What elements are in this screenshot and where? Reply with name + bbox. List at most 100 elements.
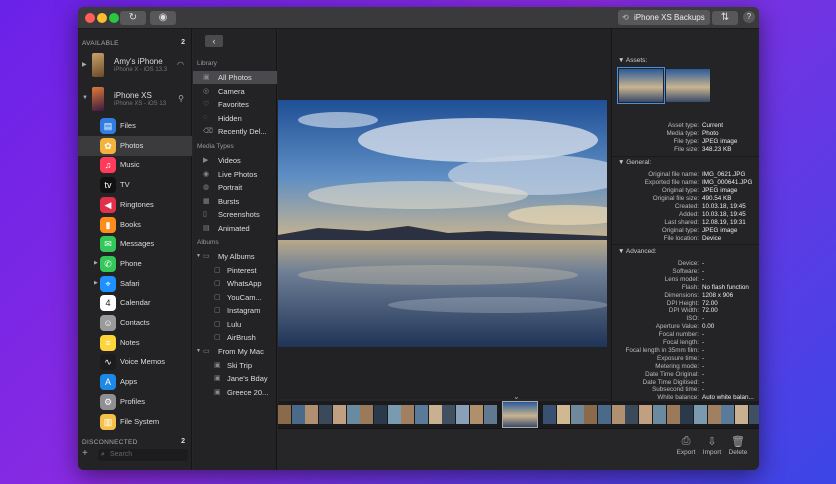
expand-icon[interactable]: ▶	[82, 61, 87, 68]
help-button[interactable]: ?	[743, 11, 755, 23]
photo-thumbnail[interactable]	[556, 405, 570, 424]
library-item[interactable]: ▢ Pinterest	[193, 264, 277, 277]
photo-thumbnail[interactable]	[387, 405, 401, 424]
library-item[interactable]: ▦ Bursts	[193, 195, 277, 208]
category-profiles[interactable]: ⚙ Profiles	[78, 392, 192, 412]
collapse-icon[interactable]: ▼	[82, 95, 88, 101]
back-button[interactable]: ‹	[205, 35, 223, 47]
refresh-button[interactable]: ↻	[120, 11, 146, 25]
preview-button[interactable]: ◉	[150, 11, 176, 25]
expand-icon[interactable]: ▶	[94, 280, 98, 286]
photo-thumbnail[interactable]	[373, 405, 387, 424]
zoom-window-button[interactable]	[109, 13, 119, 23]
photo-thumbnail[interactable]	[469, 405, 483, 424]
export-button[interactable]: ⎙ Export	[673, 435, 699, 456]
category-ringtones[interactable]: ◀ Ringtones	[78, 195, 192, 215]
library-item[interactable]: ▢ AirBrush	[193, 331, 277, 344]
category-files[interactable]: ▤ Files	[78, 116, 192, 136]
library-item[interactable]: ▢ Instagram	[193, 304, 277, 317]
photo-thumbnail[interactable]	[693, 405, 707, 424]
photo-thumbnail[interactable]	[278, 405, 291, 424]
search-input[interactable]: ⌕ Search	[98, 449, 188, 461]
library-item[interactable]: ▢ YouCam...	[193, 291, 277, 304]
asset-original-thumbnail[interactable]	[666, 69, 710, 102]
expand-icon[interactable]: ▶	[94, 260, 98, 266]
photo-thumbnail[interactable]	[483, 405, 497, 424]
category-file-system[interactable]: ▥ File System	[78, 412, 192, 432]
library-item[interactable]: ▶ Videos	[193, 154, 277, 167]
category-calendar[interactable]: 4 Calendar	[78, 293, 192, 313]
collapse-icon[interactable]: ▼	[196, 253, 201, 259]
info-section-heading[interactable]: ▼ Assets:	[618, 57, 647, 64]
category-safari[interactable]: ▶ ⌖ Safari	[78, 274, 192, 294]
category-apps[interactable]: A Apps	[78, 372, 192, 392]
library-item[interactable]: ◍ Portrait	[193, 181, 277, 194]
info-section-heading[interactable]: ▼ Advanced:	[618, 248, 657, 255]
photo-thumbnail[interactable]	[401, 405, 415, 424]
photo-thumbnail[interactable]	[332, 405, 346, 424]
library-item[interactable]: ▯ Screenshots	[193, 208, 277, 221]
minimize-window-button[interactable]	[97, 13, 107, 23]
library-item[interactable]: ▢ WhatsApp	[193, 277, 277, 290]
photo-thumbnail[interactable]	[611, 405, 625, 424]
library-item[interactable]: ▣ Jane's Bday	[193, 372, 277, 385]
category-photos[interactable]: ✿ Photos	[78, 135, 192, 156]
photo-thumbnail[interactable]	[652, 405, 666, 424]
device-backups-button[interactable]: ⟲ iPhone XS Backups	[618, 10, 710, 25]
device-iphone-xs[interactable]: ▼ iPhone XS iPhone XS - iOS 13 ⚲	[78, 85, 192, 115]
photo-thumbnail[interactable]	[415, 405, 428, 424]
photo-thumbnail[interactable]	[666, 405, 680, 424]
photo-thumbnail[interactable]	[735, 405, 748, 424]
asset-current-thumbnail[interactable]	[617, 67, 665, 104]
photo-thumbnail[interactable]	[570, 405, 584, 424]
library-item[interactable]: ♡ Favorites	[193, 98, 277, 111]
library-item[interactable]: ◎ Camera	[193, 85, 277, 98]
library-item[interactable]: ⌫ Recently Del...	[193, 125, 277, 138]
add-icon[interactable]: +	[82, 448, 88, 459]
photo-thumbnail[interactable]	[346, 405, 360, 424]
transfer-button[interactable]: ⇅	[712, 11, 738, 25]
photo-preview[interactable]	[278, 100, 607, 347]
library-item[interactable]: ▣ Greece 20...	[193, 386, 277, 399]
info-section-heading[interactable]: ▼ General:	[618, 159, 651, 166]
filmstrip[interactable]	[278, 401, 759, 428]
category-notes[interactable]: ≡ Notes	[78, 333, 192, 353]
device-amys-iphone[interactable]: ▶ Amy's iPhone iPhone X - iOS 13.3 ◠	[78, 51, 192, 81]
photo-thumbnail[interactable]	[707, 405, 721, 424]
library-item[interactable]: ▤ Animated	[193, 222, 277, 235]
library-item[interactable]: ◌ Hidden	[193, 112, 277, 125]
photo-thumbnail[interactable]	[319, 405, 333, 424]
selected-thumbnail[interactable]	[502, 401, 539, 428]
photo-thumbnail[interactable]	[639, 405, 653, 424]
library-item[interactable]: ▢ Lulu	[193, 318, 277, 331]
photo-thumbnail[interactable]	[291, 405, 305, 424]
category-voice-memos[interactable]: ∿ Voice Memos	[78, 352, 192, 372]
library-item[interactable]: ▣ Ski Trip	[193, 359, 277, 372]
collapse-icon[interactable]: ▼	[196, 348, 201, 354]
import-button[interactable]: ⇩ Import	[699, 435, 725, 456]
library-item[interactable]: ▼ ▭ My Albums	[193, 250, 277, 263]
photo-thumbnail[interactable]	[543, 405, 557, 424]
category-phone[interactable]: ▶ ✆ Phone	[78, 254, 192, 274]
photo-thumbnail[interactable]	[721, 405, 735, 424]
library-item[interactable]: ◉ Live Photos	[193, 168, 277, 181]
photo-thumbnail[interactable]	[442, 405, 456, 424]
category-contacts[interactable]: ☺ Contacts	[78, 313, 192, 333]
category-books[interactable]: ▮ Books	[78, 215, 192, 235]
photo-thumbnail[interactable]	[456, 405, 470, 424]
photo-thumbnail[interactable]	[625, 405, 639, 424]
photo-thumbnail[interactable]	[428, 405, 442, 424]
photo-thumbnail[interactable]	[748, 405, 759, 424]
photo-thumbnail[interactable]	[680, 405, 694, 424]
photo-thumbnail[interactable]	[305, 405, 319, 424]
library-item[interactable]: ▼ ▭ From My Mac	[193, 345, 277, 358]
category-tv[interactable]: tv TV	[78, 175, 192, 195]
photo-thumbnail[interactable]	[360, 405, 374, 424]
close-window-button[interactable]	[85, 13, 95, 23]
chevron-down-icon[interactable]: ⌄	[513, 392, 520, 401]
category-music[interactable]: ♫ Music	[78, 155, 192, 175]
photo-thumbnail[interactable]	[584, 405, 598, 424]
category-messages[interactable]: ✉ Messages	[78, 234, 192, 254]
delete-button[interactable]: 🗑 Delete	[725, 435, 751, 456]
photo-thumbnail[interactable]	[598, 405, 611, 424]
